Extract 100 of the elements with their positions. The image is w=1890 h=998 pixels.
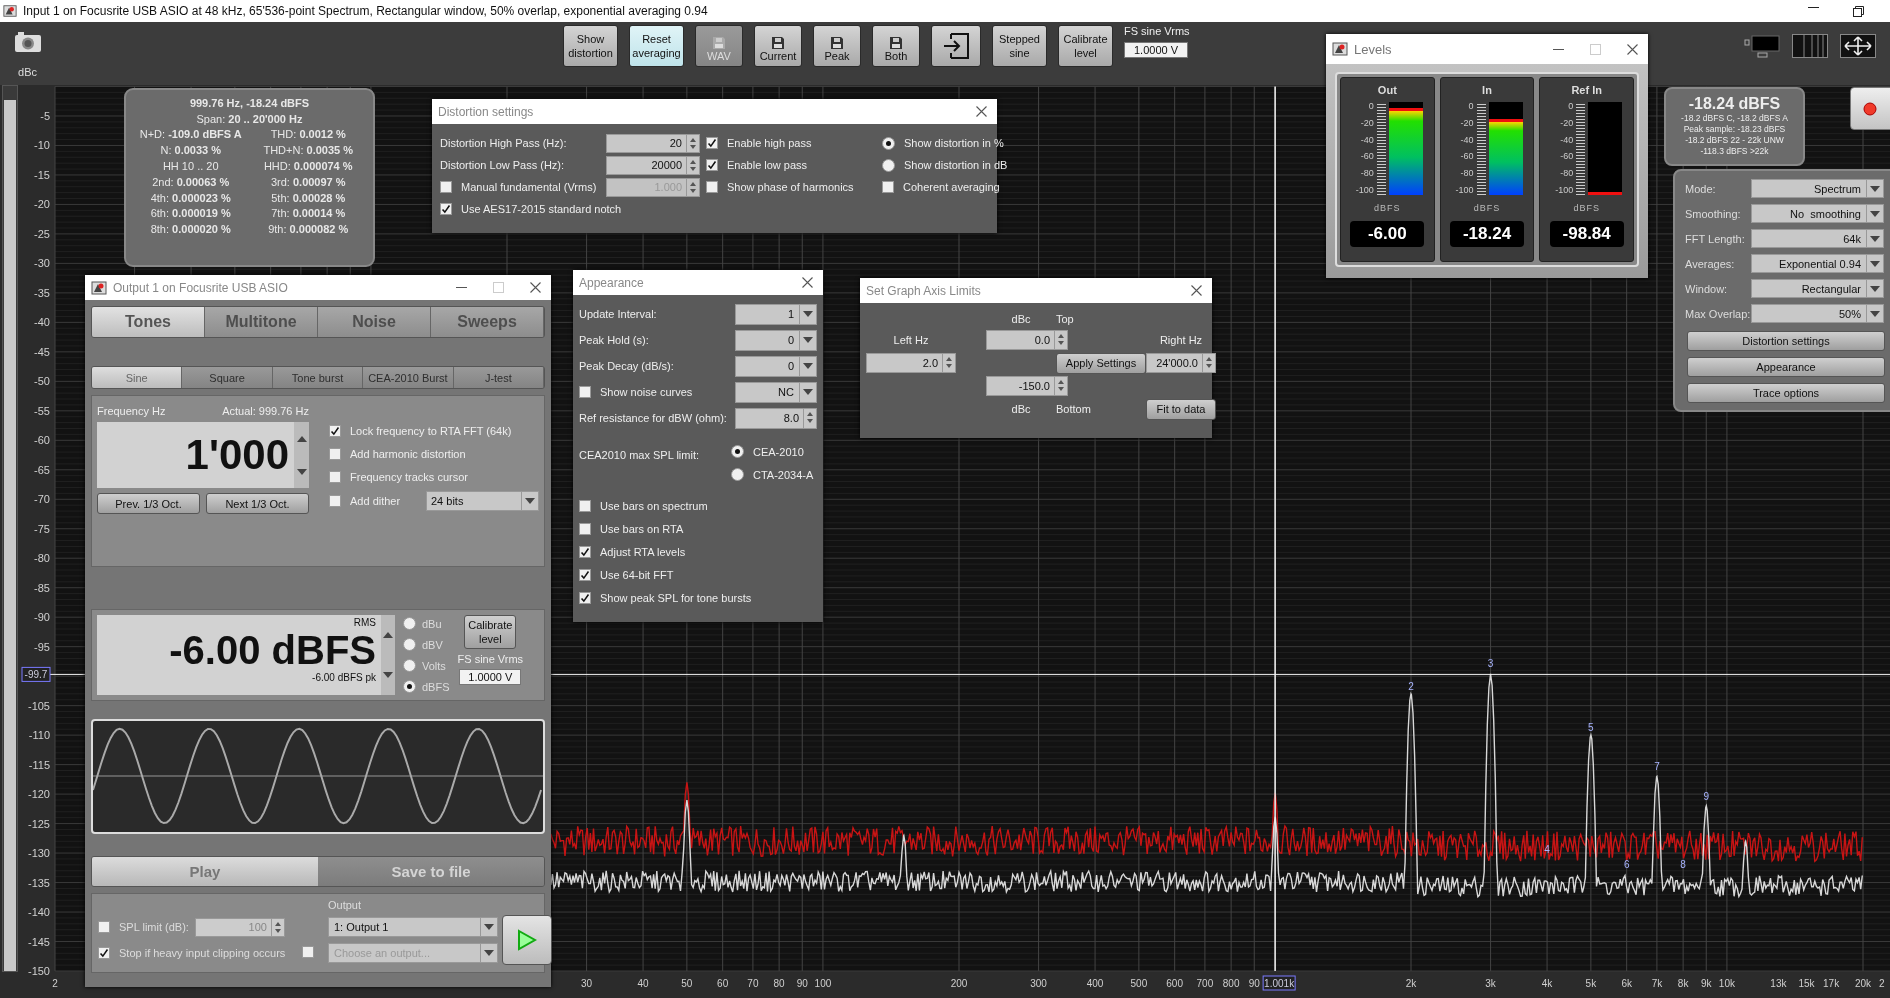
save-button[interactable]: Peak [813,25,861,67]
spin-field[interactable]: 24'000.0 [1146,353,1216,373]
dropdown[interactable]: Rectangular [1750,279,1884,298]
save-button[interactable]: Both [872,25,920,67]
tab[interactable]: J-test [453,367,544,388]
tab[interactable]: Tone burst [272,367,364,388]
checkbox[interactable] [329,471,341,483]
save-button[interactable]: Current [754,25,802,67]
checkbox-label[interactable]: Enable low pass [727,159,808,171]
close-icon[interactable] [1191,285,1202,296]
play-button[interactable] [502,915,552,965]
stepper-icon[interactable] [1054,331,1067,349]
dropdown[interactable]: Spectrum [1750,179,1884,198]
caret-icon[interactable] [799,330,816,350]
caret-icon[interactable] [480,944,497,962]
checkbox[interactable] [579,546,591,558]
stepper-icon[interactable] [270,918,284,936]
stepper-icon[interactable] [294,422,309,488]
tab[interactable]: Tones [92,307,205,337]
checkbox[interactable] [706,137,718,149]
tab[interactable]: Sine [92,367,183,388]
checkbox[interactable] [579,386,591,398]
checkbox-label[interactable]: Adjust RTA levels [600,546,686,558]
stepper-icon[interactable] [803,408,816,428]
spin-field[interactable]: 8.0 [735,407,817,429]
calibrate-button[interactable]: Calibrate level [464,615,517,649]
spin-field[interactable]: 2.0 [866,353,956,373]
radio-button[interactable] [403,659,416,672]
frequency-field[interactable]: 1'000 [97,422,294,488]
checkbox[interactable] [882,181,894,193]
dropdown[interactable]: 50% [1750,304,1884,323]
close-icon[interactable] [802,277,813,288]
radio-label[interactable]: Show distortion in % [904,137,1004,149]
caret-icon[interactable] [799,304,816,324]
checkbox[interactable] [579,569,591,581]
tab[interactable]: Square [182,367,273,388]
toolbar-button[interactable]: Reset averaging [629,25,684,67]
checkbox[interactable] [329,495,341,507]
level-display[interactable]: RMS -6.00 dBFS -6.00 dBFS pk [97,615,381,695]
dropdown[interactable]: 1 [735,303,817,325]
export-button[interactable] [931,25,981,67]
stepper-icon[interactable] [1202,354,1215,372]
checkbox[interactable] [329,425,341,437]
caret-icon[interactable] [1866,255,1883,272]
checkbox-label[interactable]: Use bars on spectrum [600,500,708,512]
octave-button[interactable]: Next 1/3 Oct. [206,493,309,514]
spin-field[interactable]: 20000 [606,155,700,175]
stepper-icon[interactable] [942,354,955,372]
input-field[interactable]: 1.0000 V [1124,42,1188,58]
caret-icon[interactable] [1866,205,1883,222]
radio-button[interactable] [731,445,744,458]
restore-icon[interactable] [1853,5,1864,17]
stepper-icon[interactable] [381,615,395,695]
camera-icon[interactable] [13,31,42,53]
radio-button[interactable] [882,158,895,172]
caret-icon[interactable] [521,492,538,510]
checkbox[interactable] [579,523,591,535]
panel-button[interactable]: Appearance [1687,357,1885,377]
panel-button[interactable]: Trace options [1687,383,1885,403]
close-icon[interactable] [530,282,541,293]
radio-label[interactable]: CEA-2010 [753,445,804,458]
layout-icon[interactable] [1744,34,1780,58]
checkbox-label[interactable]: Coherent averaging [903,181,1000,193]
fullscreen-icon[interactable] [1840,34,1876,58]
radio-button[interactable] [403,617,416,630]
scrollbar[interactable] [2,85,18,972]
dropdown[interactable]: 0 [735,329,817,351]
toolbar-button[interactable]: Calibrate level [1058,25,1113,67]
minimize-icon[interactable] [1553,47,1564,51]
dropdown[interactable]: 24 bits [426,491,539,511]
checkbox[interactable] [706,159,718,171]
spin-field[interactable]: 0.0 [986,330,1068,350]
radio-button[interactable] [731,468,744,481]
checkbox[interactable] [579,592,591,604]
apply-button[interactable]: Apply Settings [1056,352,1146,374]
checkbox-label[interactable]: Use bars on RTA [600,523,684,535]
octave-button[interactable]: Prev. 1/3 Oct. [97,493,200,514]
stepper-icon[interactable] [686,156,699,174]
dropdown[interactable]: 1: Output 1 [328,917,498,937]
fit-button[interactable]: Fit to data [1146,398,1216,420]
checkbox[interactable] [329,448,341,460]
caret-icon[interactable] [799,382,816,402]
record-button[interactable] [1850,87,1890,130]
radio-label[interactable]: Show distortion in dB [904,159,1008,171]
toolbar-button[interactable]: Stepped sine [992,25,1047,67]
panel-button[interactable]: Distortion settings [1687,331,1885,351]
dropdown[interactable]: NC [735,381,817,403]
spin-field[interactable]: -150.0 [986,376,1068,396]
caret-icon[interactable] [799,356,816,376]
dropdown[interactable]: Exponential 0.94 [1750,254,1884,273]
checkbox[interactable] [98,947,110,959]
caret-icon[interactable] [480,918,497,936]
close-icon[interactable] [1627,43,1638,55]
checkbox-label[interactable]: Show peak SPL for tone bursts [600,592,752,604]
checkbox[interactable] [706,181,718,193]
minimize-icon[interactable] [1808,5,1819,9]
stepper-icon[interactable] [1054,377,1067,395]
stepper-icon[interactable] [686,134,699,152]
checkbox-label[interactable]: Enable high pass [727,137,812,149]
checkbox-label[interactable]: Show noise curves [600,386,693,398]
